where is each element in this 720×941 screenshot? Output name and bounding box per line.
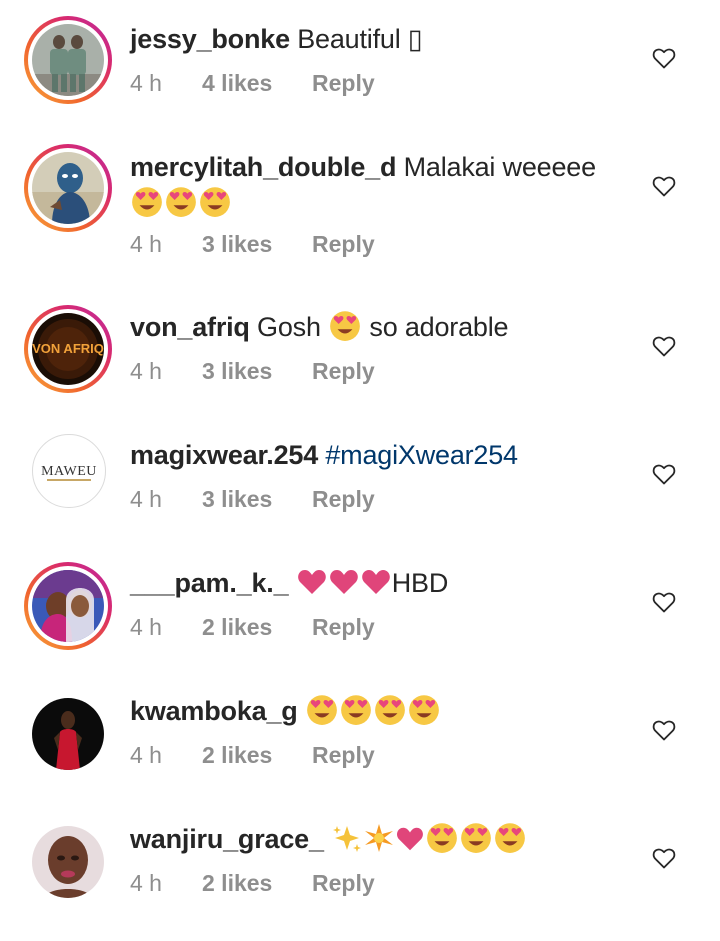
comment-likes[interactable]: 2 likes — [202, 742, 312, 769]
heart-eyes-emoji — [373, 692, 407, 726]
heart-eyes-emoji — [425, 820, 459, 854]
reply-button[interactable]: Reply — [312, 231, 375, 258]
heart-outline-icon[interactable] — [652, 47, 676, 69]
heart-eyes-emoji — [164, 184, 198, 218]
avatar-brand-text: VON AFRIQ — [32, 341, 104, 356]
comment-username[interactable]: kwamboka_g — [130, 696, 298, 726]
comment-text: Gosh — [257, 312, 321, 342]
pink-heart-emoji — [395, 824, 425, 854]
sparkle-star-emoji — [363, 822, 395, 854]
reply-button[interactable]: Reply — [312, 614, 375, 641]
reply-button[interactable]: Reply — [312, 486, 375, 513]
comment-likes[interactable]: 3 likes — [202, 486, 312, 513]
comment-time: 4 h — [130, 614, 162, 640]
comment-username[interactable]: magixwear.254 — [130, 440, 318, 470]
heart-eyes-emoji — [407, 692, 441, 726]
reply-button[interactable]: Reply — [312, 870, 375, 897]
avatar[interactable] — [32, 826, 104, 898]
comment-likes[interactable]: 3 likes — [202, 358, 312, 385]
heart-outline-icon[interactable] — [652, 175, 676, 197]
avatar-story-ring[interactable] — [24, 144, 112, 232]
comment-likes[interactable]: 3 likes — [202, 231, 312, 258]
comment-time: 4 h — [130, 742, 162, 768]
heart-outline-icon[interactable] — [652, 591, 676, 613]
reply-button[interactable]: Reply — [312, 70, 375, 97]
pink-heart-emoji — [328, 566, 360, 598]
heart-eyes-emoji — [493, 820, 527, 854]
comment-time: 4 h — [130, 486, 162, 512]
avatar — [32, 152, 104, 224]
avatar[interactable] — [32, 698, 104, 770]
avatar-story-ring[interactable] — [24, 562, 112, 650]
comment-time: 4 h — [130, 358, 162, 384]
heart-eyes-emoji — [130, 184, 164, 218]
comment-text: Beautiful ▯ — [297, 24, 423, 54]
heart-eyes-emoji — [198, 184, 232, 218]
comment-username[interactable]: wanjiru_grace_ — [130, 824, 324, 854]
comment-text: Malakai weeeee — [403, 152, 597, 182]
avatar — [32, 24, 104, 96]
comment-username[interactable]: mercylitah_double_d — [130, 152, 396, 182]
comment-username[interactable]: jessy_bonke — [130, 24, 290, 54]
reply-button[interactable]: Reply — [312, 742, 375, 769]
heart-outline-icon[interactable] — [652, 719, 676, 741]
comment-time: 4 h — [130, 870, 162, 896]
avatar-story-ring[interactable]: VON AFRIQ — [24, 305, 112, 393]
comment-time: 4 h — [130, 70, 162, 96]
reply-button[interactable]: Reply — [312, 358, 375, 385]
comment-text-continued: so adorable — [369, 312, 509, 342]
avatar: VON AFRIQ — [32, 313, 104, 385]
comment-likes[interactable]: 2 likes — [202, 614, 312, 641]
avatar-story-ring[interactable] — [24, 16, 112, 104]
comment-time: 4 h — [130, 231, 162, 257]
heart-eyes-emoji — [305, 692, 339, 726]
comment-likes[interactable]: 2 likes — [202, 870, 312, 897]
sparkles-emoji — [331, 822, 363, 854]
comment-likes[interactable]: 4 likes — [202, 70, 312, 97]
heart-eyes-emoji — [339, 692, 373, 726]
heart-eyes-emoji — [328, 308, 362, 342]
comment-username[interactable]: ___pam._k._ — [130, 568, 289, 598]
heart-eyes-emoji — [459, 820, 493, 854]
pink-heart-emoji — [360, 566, 392, 598]
hashtag-link[interactable]: #magiXwear254 — [325, 440, 518, 470]
avatar-brand-text: MAWEU — [41, 464, 97, 479]
comment-text: HBD — [391, 568, 449, 598]
heart-outline-icon[interactable] — [652, 463, 676, 485]
heart-outline-icon[interactable] — [652, 847, 676, 869]
avatar[interactable]: MAWEU — [32, 434, 106, 508]
comment-username[interactable]: von_afriq — [130, 312, 250, 342]
heart-outline-icon[interactable] — [652, 335, 676, 357]
pink-heart-emoji — [296, 566, 328, 598]
avatar — [32, 570, 104, 642]
